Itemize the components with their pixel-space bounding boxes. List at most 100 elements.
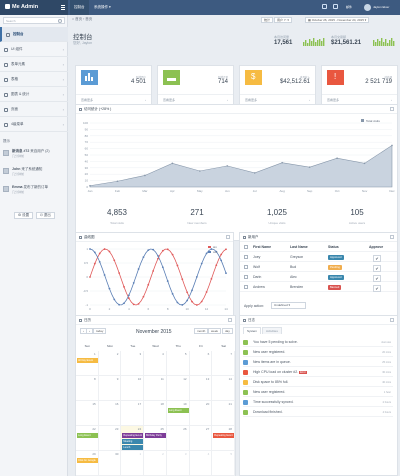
- date-range-picker[interactable]: ▦ October 26, 2015 - November 24, 2015 ▾: [305, 17, 370, 23]
- apply-action-select[interactable]: Undefined ▾: [271, 302, 306, 309]
- select-all-checkbox[interactable]: [244, 245, 248, 249]
- message-item[interactable]: Emma 发布了新的订单 几分钟前: [3, 185, 65, 199]
- calendar-event[interactable]: Meeting: [122, 439, 144, 444]
- calendar-event[interactable]: Lunch: [122, 445, 144, 450]
- brand[interactable]: Me Admin: [0, 0, 68, 15]
- calendar-day[interactable]: 13: [189, 376, 213, 401]
- calendar-day[interactable]: 20: [189, 401, 213, 426]
- stat-card-users[interactable]: 新增用户 4 501 查看更多: [75, 65, 152, 106]
- calendar-day[interactable]: 11: [144, 376, 167, 401]
- user-avatar[interactable]: [364, 4, 371, 11]
- sidebar-item-charts[interactable]: 图表 & 统计 ›: [0, 87, 68, 102]
- calendar-day[interactable]: 15: [76, 401, 99, 426]
- calendar-day[interactable]: 25: [144, 426, 167, 451]
- activity-item[interactable]: Time successfully synced. 2 hours: [243, 398, 393, 407]
- approve-check-button[interactable]: ✔: [373, 255, 381, 262]
- calendar-event[interactable]: Birthday Party: [145, 433, 166, 438]
- tab-system[interactable]: System: [243, 327, 262, 334]
- calendar-day[interactable]: 21: [212, 401, 235, 426]
- sidebar-item-ui[interactable]: UI 组件 ›: [0, 42, 68, 57]
- calendar-day[interactable]: 7: [212, 351, 235, 376]
- calendar-day[interactable]: 1: [121, 451, 145, 476]
- calendar-event[interactable]: All Day Event: [77, 358, 98, 363]
- row-checkbox[interactable]: [244, 275, 248, 279]
- calendar-day[interactable]: 29: [76, 451, 99, 476]
- week-view-button[interactable]: week: [208, 328, 222, 334]
- sidebar-search-input[interactable]: Search: [3, 17, 65, 24]
- approve-check-button[interactable]: ✔: [373, 265, 381, 272]
- collapse-icon[interactable]: [228, 318, 232, 322]
- calendar-event[interactable]: Repeating Event: [213, 433, 234, 438]
- sidebar-item-dashboard[interactable]: 控制台: [0, 27, 68, 42]
- search-icon[interactable]: [58, 19, 62, 23]
- grid-icon[interactable]: [322, 4, 327, 9]
- sidebar-item-menu4[interactable]: 4级菜单 ›: [0, 117, 68, 132]
- calendar-day[interactable]: 10: [121, 376, 145, 401]
- tab-activities[interactable]: Activities: [262, 327, 282, 334]
- settings-button[interactable]: ⚙ 设置: [14, 212, 34, 219]
- calendar-day[interactable]: 22: [76, 426, 99, 451]
- calendar-day[interactable]: 30: [98, 451, 122, 476]
- message-item[interactable]: 新消息 #72 来自用户 (2) 几分钟前: [3, 149, 65, 163]
- calendar-day[interactable]: 2: [98, 351, 122, 376]
- top-nav-dashboard[interactable]: 控制台: [70, 0, 89, 15]
- row-checkbox[interactable]: [244, 255, 248, 259]
- calendar-day[interactable]: 3: [121, 351, 145, 376]
- bell-icon[interactable]: [333, 4, 338, 9]
- activity-item[interactable]: New user registered. 1 hour: [243, 388, 393, 397]
- stat-card-orders[interactable]: 新增订单 714 查看更多: [157, 65, 234, 106]
- sidebar-item-tables[interactable]: 表格 ›: [0, 72, 68, 87]
- day-view-button[interactable]: day: [222, 328, 233, 334]
- calendar-day[interactable]: 12: [166, 376, 190, 401]
- calendar-day[interactable]: 16: [98, 401, 122, 426]
- email-link[interactable]: 邮件: [346, 0, 352, 15]
- activity-item[interactable]: High CPU load on cluster #2. Error 30 mins: [243, 368, 393, 377]
- calendar-day[interactable]: 1: [76, 351, 99, 376]
- logout-button[interactable]: ⏻ 退出: [36, 212, 55, 219]
- calendar-day[interactable]: 18: [144, 401, 167, 426]
- approve-check-button[interactable]: ✔: [373, 275, 381, 282]
- next-month-button[interactable]: ›: [86, 328, 93, 334]
- calendar-day[interactable]: 6: [189, 351, 213, 376]
- stat-card-pending[interactable]: ! 待处理 2 521 719 查看更多: [321, 65, 398, 106]
- message-item[interactable]: John 来了系统通知 几分钟前: [3, 167, 65, 181]
- menu-toggle-icon[interactable]: [61, 5, 65, 10]
- calendar-day[interactable]: 4: [189, 451, 213, 476]
- calendar-day[interactable]: 9: [98, 376, 122, 401]
- row-checkbox[interactable]: [244, 265, 248, 269]
- calendar-day[interactable]: 2: [144, 451, 167, 476]
- activity-item[interactable]: New items are in queue. 25 mins: [243, 358, 393, 367]
- today-button[interactable]: today: [93, 328, 107, 334]
- calendar-day[interactable]: 26: [166, 426, 190, 451]
- stats-button[interactable]: 统计: [261, 17, 274, 23]
- collapse-icon[interactable]: [390, 235, 394, 239]
- calendar-event[interactable]: Repeating Event: [122, 433, 144, 438]
- calendar-day[interactable]: 23: [98, 426, 122, 451]
- calendar-day[interactable]: 28: [212, 426, 235, 451]
- calendar-day[interactable]: 17: [121, 401, 145, 426]
- row-checkbox[interactable]: [244, 285, 248, 289]
- approve-check-button[interactable]: ✔: [373, 285, 381, 292]
- calendar-event[interactable]: Long Event: [77, 433, 98, 438]
- calendar-day[interactable]: 14: [212, 376, 235, 401]
- sidebar-item-forms[interactable]: 表单元素 ›: [0, 57, 68, 72]
- month-view-button[interactable]: month: [194, 328, 209, 334]
- user-name[interactable]: Jaylon Elver: [373, 0, 389, 15]
- breadcrumb-home[interactable]: 首页: [75, 17, 82, 21]
- activity-item[interactable]: Download finished. 4 hours: [243, 408, 393, 417]
- collapse-icon[interactable]: [390, 107, 394, 111]
- calendar-day[interactable]: 27: [189, 426, 213, 451]
- user-filter-button[interactable]: 用户 Y: ▾: [274, 17, 292, 23]
- collapse-icon[interactable]: [226, 235, 230, 239]
- calendar-event[interactable]: Click for Google: [77, 458, 98, 463]
- calendar-day[interactable]: 8: [76, 376, 99, 401]
- stat-card-income[interactable]: $ 本月收入 $42,512.61 查看更多: [239, 65, 316, 106]
- calendar-day[interactable]: 19: [166, 401, 190, 426]
- calendar-day[interactable]: 5: [212, 451, 235, 476]
- calendar-day[interactable]: 5: [166, 351, 190, 376]
- top-nav-system[interactable]: 系统操作 ▾: [94, 0, 111, 15]
- calendar-day[interactable]: 3: [166, 451, 190, 476]
- calendar-event[interactable]: Long Event: [167, 408, 189, 413]
- activity-item[interactable]: Disk space to 85% full. 40 mins: [243, 378, 393, 387]
- sidebar-item-pages[interactable]: 页面 ›: [0, 102, 68, 117]
